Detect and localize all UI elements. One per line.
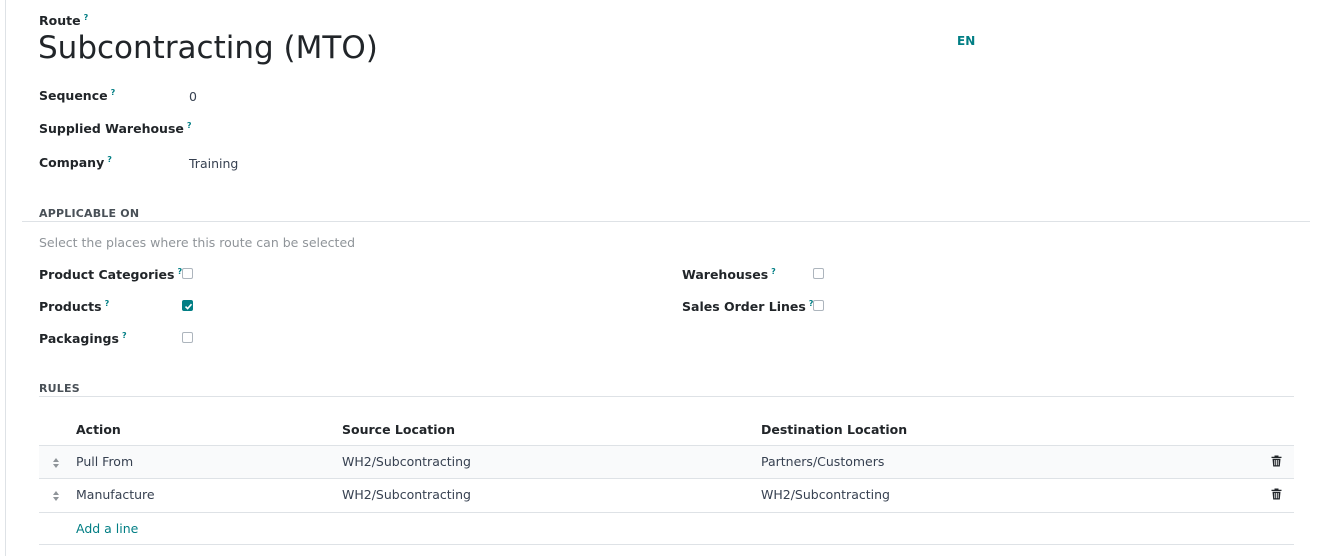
supplied-warehouse-label-text: Supplied Warehouse <box>39 121 184 137</box>
warehouses-label: Warehouses? <box>682 267 776 282</box>
route-label: Route? <box>39 13 88 28</box>
help-icon[interactable]: ? <box>105 299 110 308</box>
applicable-divider <box>22 221 1310 222</box>
drag-handle-icon[interactable] <box>52 457 60 469</box>
sequence-label: Sequence? <box>39 88 115 103</box>
add-line-link[interactable]: Add a line <box>76 521 138 536</box>
company-label: Company? <box>39 155 112 170</box>
rules-heading: RULES <box>39 382 80 395</box>
rule-destination-location[interactable]: WH2/Subcontracting <box>761 487 890 502</box>
trash-icon[interactable] <box>1271 488 1282 500</box>
supplied-warehouse-label: Supplied Warehouse? <box>39 121 192 136</box>
trash-icon[interactable] <box>1271 455 1282 467</box>
company-label-text: Company <box>39 155 105 171</box>
help-icon[interactable]: ? <box>771 267 776 276</box>
rules-table-header: Action Source Location Destination Locat… <box>39 413 1294 446</box>
help-icon[interactable]: ? <box>111 88 116 97</box>
rule-destination-location[interactable]: Partners/Customers <box>761 454 884 469</box>
sales-order-lines-label-text: Sales Order Lines <box>682 299 806 315</box>
warehouses-checkbox[interactable] <box>813 268 824 279</box>
supplied-warehouse-field[interactable] <box>189 122 489 138</box>
form-left-border <box>0 0 6 556</box>
rules-divider <box>39 396 1294 397</box>
language-button[interactable]: EN <box>957 34 975 48</box>
sales-order-lines-label: Sales Order Lines? <box>682 299 813 314</box>
rule-source-location[interactable]: WH2/Subcontracting <box>342 487 471 502</box>
products-checkbox[interactable] <box>182 300 193 311</box>
product-categories-label-text: Product Categories <box>39 267 175 283</box>
rule-action[interactable]: Pull From <box>76 454 133 469</box>
check-icon <box>184 303 193 310</box>
products-label-text: Products <box>39 299 102 315</box>
help-icon[interactable]: ? <box>107 155 112 164</box>
applicable-on-heading: APPLICABLE ON <box>39 207 140 220</box>
page-title[interactable]: Subcontracting (MTO) <box>38 30 378 66</box>
products-label: Products? <box>39 299 109 314</box>
table-row[interactable]: Manufacture WH2/Subcontracting WH2/Subco… <box>39 479 1294 513</box>
sequence-label-text: Sequence <box>39 88 108 104</box>
help-icon[interactable]: ? <box>84 13 89 22</box>
rule-action[interactable]: Manufacture <box>76 487 155 502</box>
column-header-action[interactable]: Action <box>76 422 121 437</box>
table-row[interactable]: Pull From WH2/Subcontracting Partners/Cu… <box>39 446 1294 479</box>
packagings-label-text: Packagings <box>39 331 119 347</box>
help-icon[interactable]: ? <box>122 331 127 340</box>
rule-source-location[interactable]: WH2/Subcontracting <box>342 454 471 469</box>
product-categories-label: Product Categories? <box>39 267 182 282</box>
column-header-destination-location[interactable]: Destination Location <box>761 422 907 437</box>
product-categories-checkbox[interactable] <box>182 268 193 279</box>
sales-order-lines-checkbox[interactable] <box>813 300 824 311</box>
packagings-checkbox[interactable] <box>182 332 193 343</box>
drag-handle-icon[interactable] <box>52 490 60 502</box>
applicable-hint: Select the places where this route can b… <box>39 235 356 250</box>
add-line-row: Add a line <box>39 513 1294 545</box>
route-label-text: Route <box>39 13 81 29</box>
warehouses-label-text: Warehouses <box>682 267 769 283</box>
sequence-field[interactable]: 0 <box>189 89 197 104</box>
column-header-source-location[interactable]: Source Location <box>342 422 455 437</box>
packagings-label: Packagings? <box>39 331 127 346</box>
company-field[interactable]: Training <box>189 156 238 171</box>
